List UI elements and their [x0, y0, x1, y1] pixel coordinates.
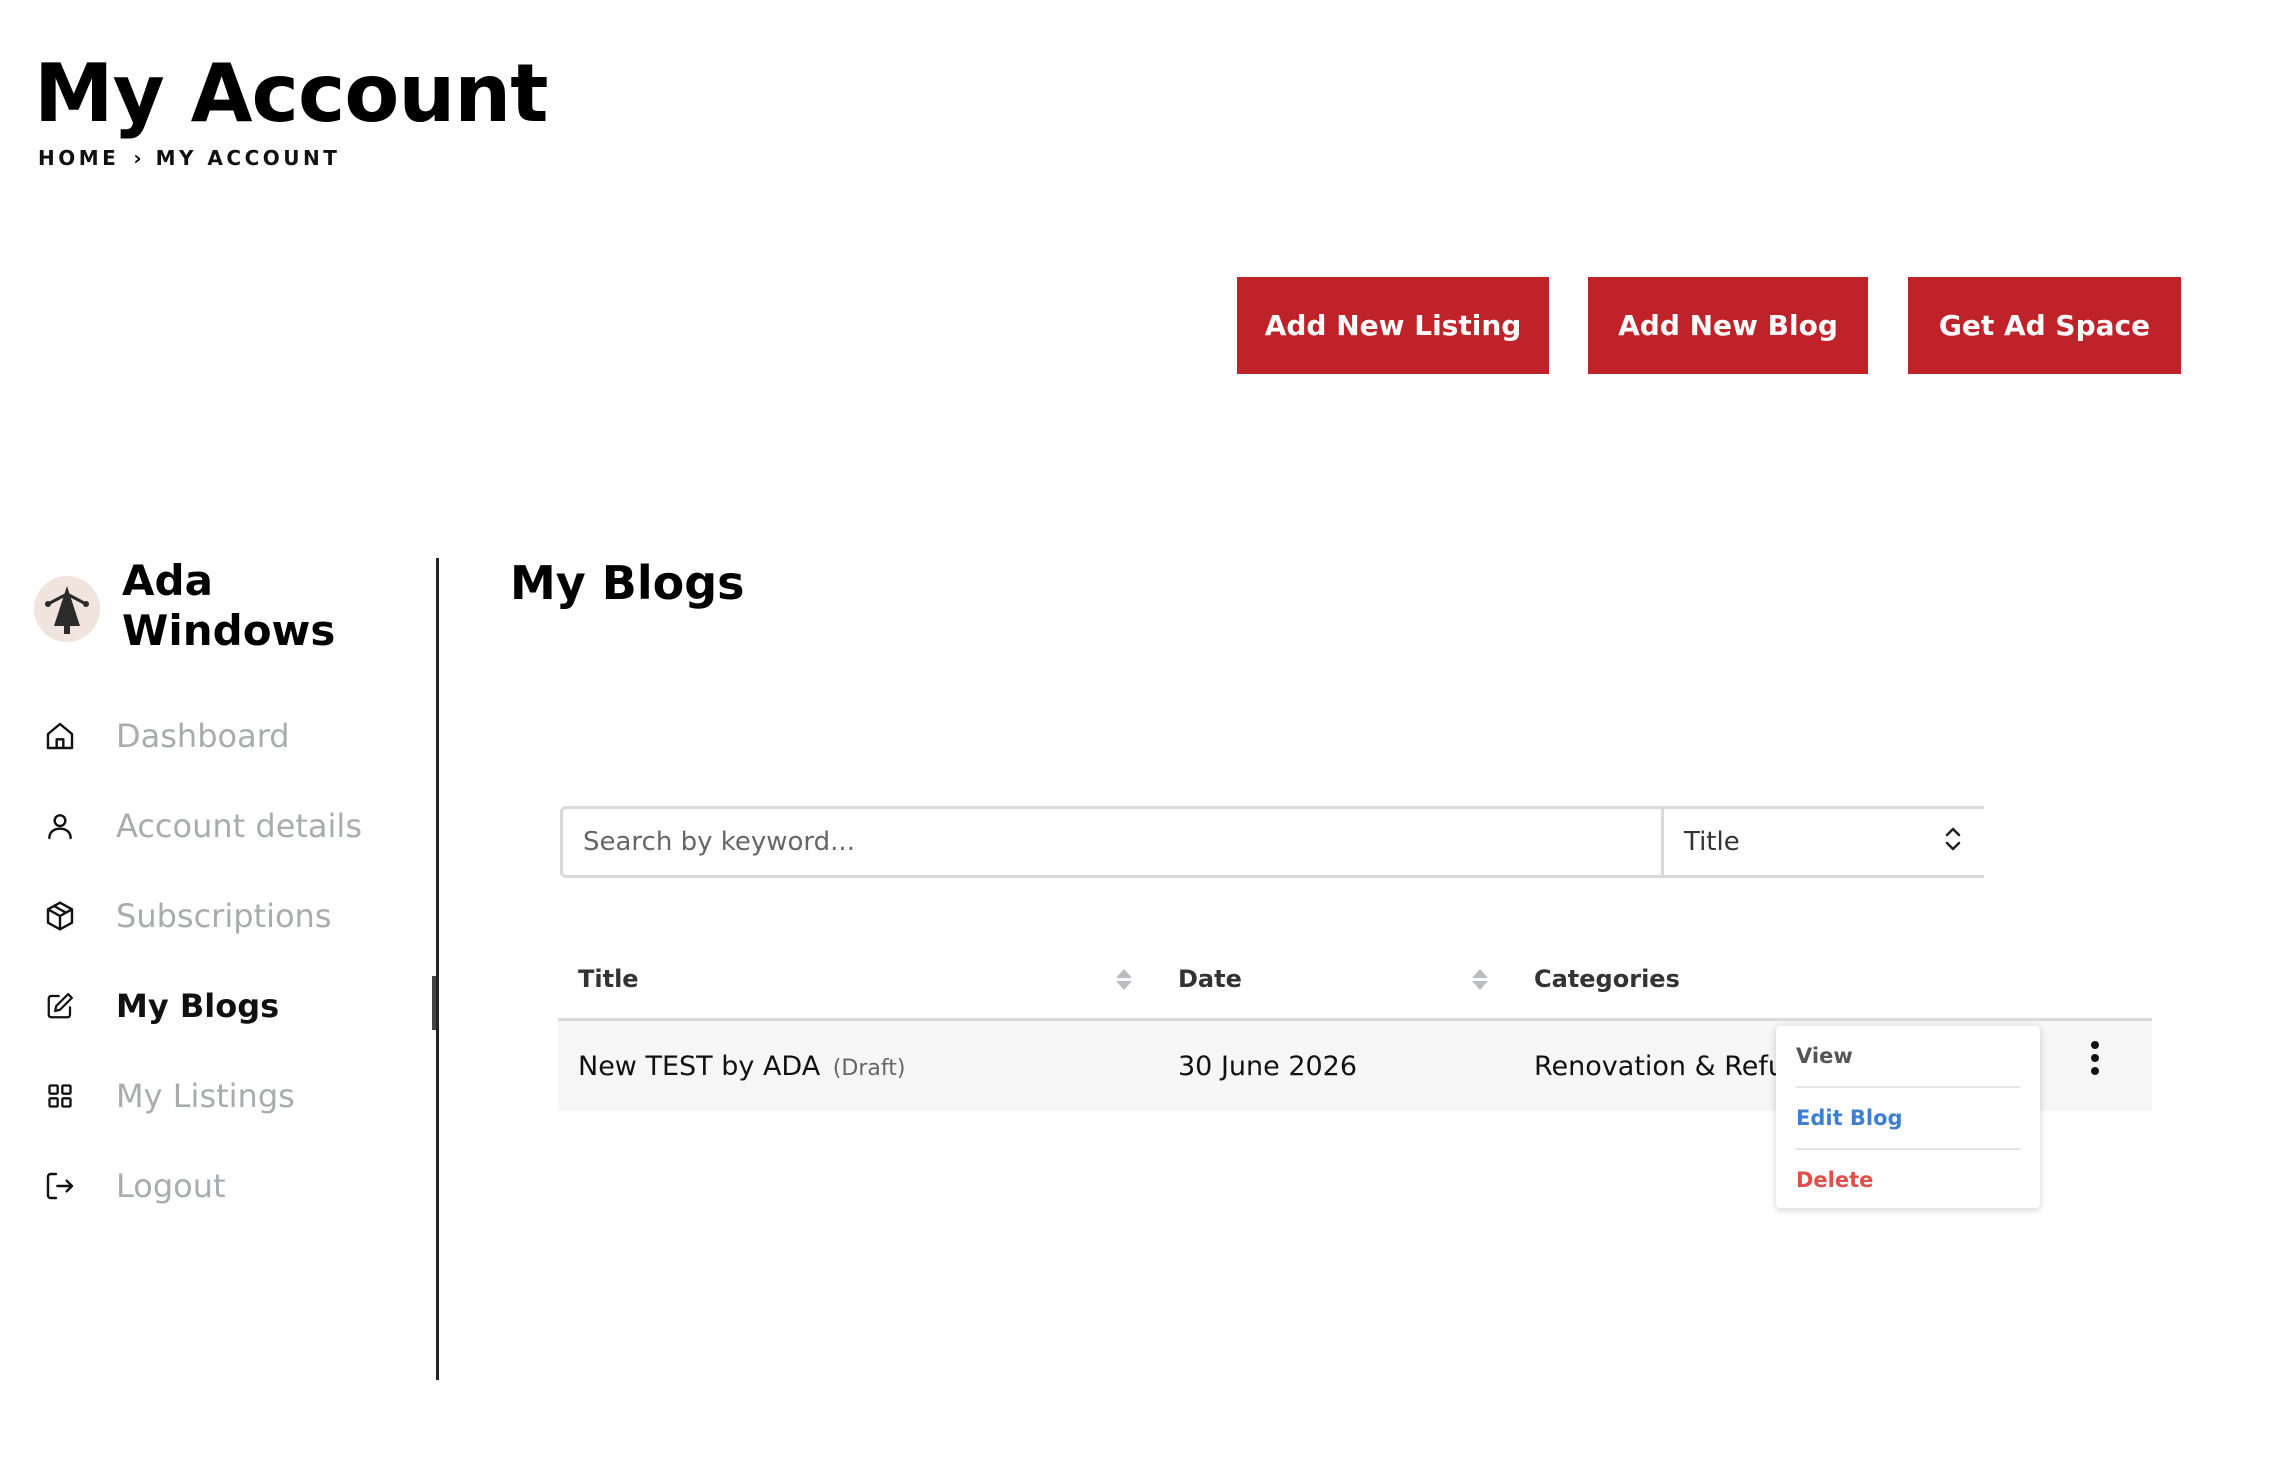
avatar: [34, 576, 100, 642]
status-badge: (Draft): [832, 1055, 906, 1081]
user-icon: [40, 806, 80, 846]
sidebar-item-account-details[interactable]: Account details: [40, 796, 362, 856]
search-field-select-value: Title: [1684, 827, 1740, 857]
breadcrumb: HOME › MY ACCOUNT: [38, 146, 340, 170]
sidebar-item-label: My Listings: [116, 1077, 295, 1115]
logout-icon: [40, 1166, 80, 1206]
search-input[interactable]: [563, 809, 1664, 875]
sort-icon: [1116, 968, 1132, 990]
chevron-up-down-icon: [1942, 824, 1964, 861]
sidebar-item-dashboard[interactable]: Dashboard: [40, 706, 290, 766]
sidebar-item-label: Account details: [116, 807, 362, 845]
sidebar-active-indicator: [432, 976, 436, 1030]
row-title-cell: New TEST by ADA (Draft): [558, 1051, 1158, 1082]
box-icon: [40, 896, 80, 936]
more-options-icon[interactable]: [2080, 1038, 2110, 1078]
table-header: Title Date Categories: [558, 940, 2152, 1021]
add-new-blog-button[interactable]: Add New Blog: [1588, 277, 1868, 374]
column-header-date[interactable]: Date: [1158, 965, 1514, 993]
row-actions-menu: View Edit Blog Delete: [1776, 1026, 2040, 1208]
blog-title: New TEST by ADA: [578, 1050, 821, 1082]
breadcrumb-current: MY ACCOUNT: [155, 146, 341, 170]
menu-item-delete[interactable]: Delete: [1796, 1148, 2020, 1210]
page-title: My Account: [34, 47, 548, 140]
sidebar-item-my-blogs[interactable]: My Blogs: [40, 976, 279, 1036]
row-date-cell: 30 June 2026: [1178, 1050, 1358, 1082]
breadcrumb-separator: ›: [133, 146, 142, 170]
sidebar-item-subscriptions[interactable]: Subscriptions: [40, 886, 332, 946]
section-title: My Blogs: [510, 556, 745, 610]
home-icon: [40, 716, 80, 756]
add-new-listing-button[interactable]: Add New Listing: [1237, 277, 1549, 374]
sidebar-item-logout[interactable]: Logout: [40, 1156, 226, 1216]
sidebar-item-label: Subscriptions: [116, 897, 332, 935]
search-field-select[interactable]: Title: [1664, 809, 1984, 875]
sidebar-item-my-listings[interactable]: My Listings: [40, 1066, 295, 1126]
user-name: Ada Windows: [122, 556, 336, 655]
get-ad-space-button[interactable]: Get Ad Space: [1908, 277, 2181, 374]
search-bar: Title: [560, 806, 1984, 878]
column-header-title[interactable]: Title: [558, 965, 1158, 993]
sidebar-item-label: My Blogs: [116, 987, 280, 1025]
sort-icon: [1472, 968, 1488, 990]
sidebar-item-label: Logout: [116, 1167, 226, 1205]
breadcrumb-home-link[interactable]: HOME: [38, 146, 119, 170]
edit-icon: [40, 986, 80, 1026]
sidebar-item-label: Dashboard: [116, 717, 290, 755]
sidebar-divider: [436, 558, 439, 1380]
grid-icon: [40, 1076, 80, 1116]
avatar-image: [34, 576, 100, 642]
menu-item-view[interactable]: View: [1796, 1026, 2020, 1086]
menu-item-edit-blog[interactable]: Edit Blog: [1796, 1086, 2020, 1148]
column-header-categories: Categories: [1534, 965, 1680, 993]
